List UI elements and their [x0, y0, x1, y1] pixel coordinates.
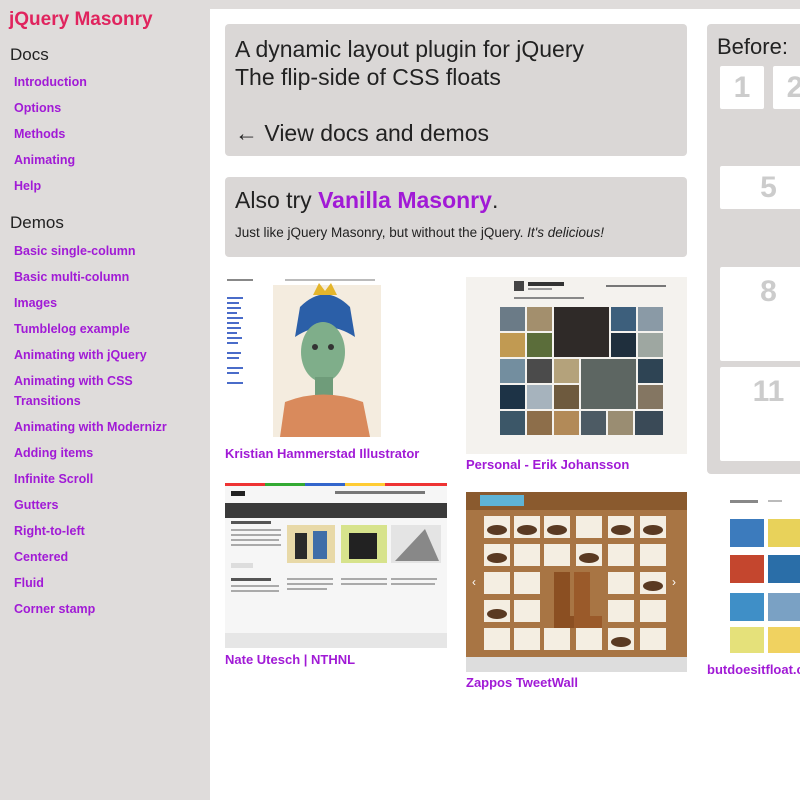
intro-line-1: A dynamic layout plugin for jQuery [235, 36, 585, 62]
nav-corner-stamp[interactable]: Corner stamp [14, 599, 95, 619]
before-demo-panel: Before: 1 2 5 8 11 [707, 24, 800, 474]
demos-heading: Demos [10, 213, 64, 232]
caption-kristian-hammerstad[interactable]: Kristian Hammerstad Illustrator [225, 446, 419, 461]
nav-animating-with-modernizr[interactable]: Animating with Modernizr [14, 417, 167, 437]
vanilla-masonry-link[interactable]: Vanilla Masonry [318, 187, 492, 213]
view-docs-link[interactable]: ← View docs and demos [235, 120, 489, 147]
nav-methods[interactable]: Methods [14, 124, 65, 144]
top-strip [210, 0, 800, 9]
intro-line-2: The flip-side of CSS floats [235, 64, 501, 90]
vanilla-sub-em: It's delicious! [527, 225, 604, 240]
before-label: Before: [717, 34, 788, 59]
docs-nav: Introduction Options Methods Animating H… [14, 72, 87, 202]
nav-introduction[interactable]: Introduction [14, 72, 87, 92]
vanilla-suffix: . [491, 187, 499, 213]
demos-nav: Basic single-column Basic multi-column I… [14, 241, 167, 625]
tile-8: 8 [720, 267, 800, 361]
vanilla-title: Also try Vanilla Masonry. [235, 187, 498, 214]
nav-help[interactable]: Help [14, 176, 41, 196]
nav-adding-items[interactable]: Adding items [14, 443, 93, 463]
caption-butdoesitfloat[interactable]: butdoesitfloat.c [707, 662, 800, 677]
site-logo[interactable]: jQuery Masonry [9, 9, 153, 31]
nav-animating[interactable]: Animating [14, 150, 75, 170]
nav-centered[interactable]: Centered [14, 547, 68, 567]
caption-nate-utesch[interactable]: Nate Utesch | NTHNL [225, 652, 355, 667]
thumb-nate-utesch[interactable] [225, 483, 447, 648]
thumb-erik-johansson[interactable] [466, 277, 687, 454]
svg-text:‹: ‹ [472, 575, 476, 589]
nav-options[interactable]: Options [14, 98, 61, 118]
nav-right-to-left[interactable]: Right-to-left [14, 521, 85, 541]
tile-11: 11 [720, 367, 800, 461]
nav-infinite-scroll[interactable]: Infinite Scroll [14, 469, 93, 489]
tile-5: 5 [720, 166, 800, 209]
nav-tumblelog-example[interactable]: Tumblelog example [14, 319, 130, 339]
nav-basic-single-column[interactable]: Basic single-column [14, 241, 136, 261]
vanilla-box: Also try Vanilla Masonry. Just like jQue… [225, 177, 687, 257]
thumb-kristian-hammerstad[interactable] [225, 277, 437, 442]
svg-text:›: › [672, 575, 676, 589]
nav-animating-with-jquery[interactable]: Animating with jQuery [14, 345, 147, 365]
docs-heading: Docs [10, 45, 49, 64]
tile-1: 1 [720, 66, 764, 109]
nav-fluid[interactable]: Fluid [14, 573, 44, 593]
intro-box: A dynamic layout plugin for jQuery The f… [225, 24, 687, 156]
thumb-zappos-tweetwall[interactable]: ‹ › [466, 492, 687, 672]
caption-zappos-tweetwall[interactable]: Zappos TweetWall [466, 675, 578, 690]
nav-gutters[interactable]: Gutters [14, 495, 58, 515]
nav-animating-with-css-transitions[interactable]: Transitions [14, 391, 81, 411]
nav-animating-with-css[interactable]: Animating with CSS [14, 371, 133, 391]
thumb-butdoesitfloat[interactable] [728, 497, 800, 655]
caption-erik-johansson[interactable]: Personal - Erik Johansson [466, 457, 629, 472]
nav-images[interactable]: Images [14, 293, 57, 313]
vanilla-prefix: Also try [235, 187, 319, 213]
tile-2: 2 [773, 66, 800, 109]
nav-basic-multi-column[interactable]: Basic multi-column [14, 267, 129, 287]
vanilla-sub-text: Just like jQuery Masonry, but without th… [235, 225, 528, 240]
sidebar: jQuery Masonry Docs Introduction Options… [0, 0, 210, 800]
vanilla-subtext: Just like jQuery Masonry, but without th… [235, 225, 604, 240]
